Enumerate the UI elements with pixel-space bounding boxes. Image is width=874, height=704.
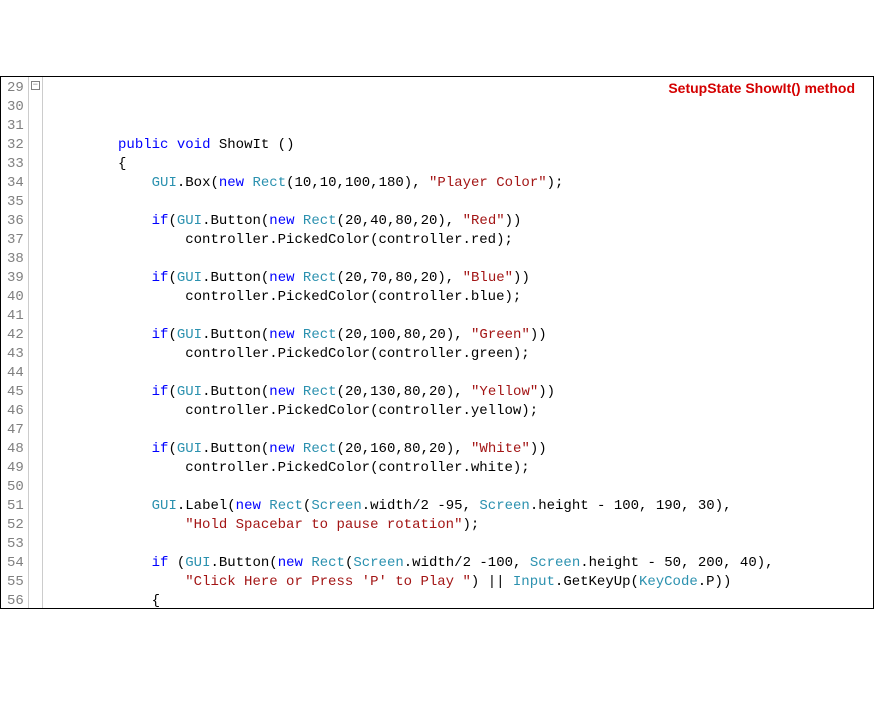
code-line[interactable]	[51, 535, 873, 554]
code-line[interactable]: GUI.Label(new Rect(Screen.width/2 -95, S…	[51, 497, 873, 516]
line-number: 33	[7, 155, 24, 174]
overlay-annotation: SetupState ShowIt() method	[668, 79, 855, 98]
line-number: 46	[7, 402, 24, 421]
code-line[interactable]: if (GUI.Button(new Rect(Screen.width/2 -…	[51, 554, 873, 573]
line-number: 38	[7, 250, 24, 269]
line-number: 39	[7, 269, 24, 288]
line-number: 42	[7, 326, 24, 345]
line-number-gutter: 2930313233343536373839404142434445464748…	[1, 77, 29, 608]
code-line[interactable]: if(GUI.Button(new Rect(20,130,80,20), "Y…	[51, 383, 873, 402]
fold-column: −	[29, 77, 43, 608]
line-number: 37	[7, 231, 24, 250]
fold-toggle-icon[interactable]: −	[31, 81, 40, 90]
line-number: 55	[7, 573, 24, 592]
code-line[interactable]	[51, 421, 873, 440]
line-number: 31	[7, 117, 24, 136]
code-editor: 2930313233343536373839404142434445464748…	[0, 76, 874, 609]
line-number: 50	[7, 478, 24, 497]
line-number: 44	[7, 364, 24, 383]
line-number: 45	[7, 383, 24, 402]
line-number: 56	[7, 592, 24, 609]
code-line[interactable]: if(GUI.Button(new Rect(20,160,80,20), "W…	[51, 440, 873, 459]
line-number: 53	[7, 535, 24, 554]
code-line[interactable]	[51, 478, 873, 497]
line-number: 36	[7, 212, 24, 231]
code-line[interactable]: {	[51, 592, 873, 609]
code-line[interactable]	[51, 364, 873, 383]
line-number: 54	[7, 554, 24, 573]
code-line[interactable]: controller.PickedColor(controller.yellow…	[51, 402, 873, 421]
code-line[interactable]: public void ShowIt ()	[51, 136, 873, 155]
code-line[interactable]: controller.PickedColor(controller.blue);	[51, 288, 873, 307]
code-line[interactable]: "Click Here or Press 'P' to Play ") || I…	[51, 573, 873, 592]
line-number: 34	[7, 174, 24, 193]
code-line[interactable]: if(GUI.Button(new Rect(20,100,80,20), "G…	[51, 326, 873, 345]
code-line[interactable]: "Hold Spacebar to pause rotation");	[51, 516, 873, 535]
line-number: 48	[7, 440, 24, 459]
code-line[interactable]: if(GUI.Button(new Rect(20,70,80,20), "Bl…	[51, 269, 873, 288]
code-line[interactable]	[51, 307, 873, 326]
code-line[interactable]: controller.PickedColor(controller.red);	[51, 231, 873, 250]
code-line[interactable]: {	[51, 155, 873, 174]
line-number: 40	[7, 288, 24, 307]
code-line[interactable]: GUI.Box(new Rect(10,10,100,180), "Player…	[51, 174, 873, 193]
line-number: 32	[7, 136, 24, 155]
line-number: 47	[7, 421, 24, 440]
line-number: 30	[7, 98, 24, 117]
code-area[interactable]: SetupState ShowIt() method public void S…	[43, 77, 873, 608]
line-number: 51	[7, 497, 24, 516]
code-line[interactable]	[51, 193, 873, 212]
line-number: 41	[7, 307, 24, 326]
line-number: 43	[7, 345, 24, 364]
line-number: 52	[7, 516, 24, 535]
code-line[interactable]: if(GUI.Button(new Rect(20,40,80,20), "Re…	[51, 212, 873, 231]
line-number: 49	[7, 459, 24, 478]
code-line[interactable]	[51, 250, 873, 269]
code-line[interactable]: controller.PickedColor(controller.white)…	[51, 459, 873, 478]
line-number: 29	[7, 79, 24, 98]
code-line[interactable]: controller.PickedColor(controller.green)…	[51, 345, 873, 364]
line-number: 35	[7, 193, 24, 212]
